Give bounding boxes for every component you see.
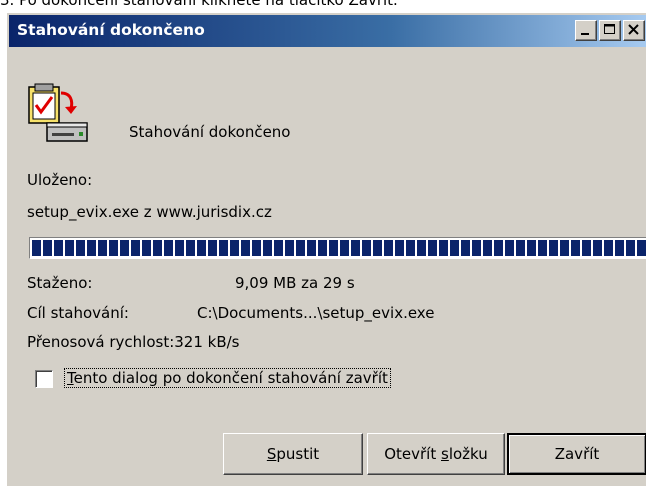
checkbox-label-text: ento dialog po dokončení stahování zavří… (73, 369, 388, 387)
minimize-button[interactable] (575, 20, 597, 41)
saved-label: Uloženo: (27, 171, 93, 189)
close-label: Zavřít (554, 445, 600, 463)
progress-fill (32, 240, 646, 256)
download-complete-icon (25, 83, 89, 147)
minimize-icon (581, 33, 589, 35)
run-accel-key: S (266, 445, 277, 463)
downloaded-label: Staženo: (27, 274, 93, 292)
close-window-button[interactable] (623, 20, 645, 41)
open-accel-key: s (441, 445, 449, 463)
file-source: setup_evix.exe z www.jurisdix.cz (27, 203, 272, 221)
run-label: pustit (276, 445, 320, 463)
status-message: Stahování dokončeno (129, 123, 291, 141)
downloaded-value: 9,09 MB za 29 s (235, 274, 355, 292)
maximize-icon (604, 24, 615, 34)
maximize-button[interactable] (599, 20, 621, 41)
open-label-end: ložku (448, 445, 488, 463)
close-on-complete-checkbox[interactable] (35, 370, 53, 388)
open-label-start: Otevřít (384, 445, 441, 463)
download-progress-bar (29, 237, 646, 259)
open-folder-button[interactable]: Otevřít složku (367, 433, 505, 475)
target-label: Cíl stahování: (27, 304, 129, 322)
title-bar[interactable]: Stahování dokončeno (9, 15, 646, 47)
target-path: C:\Documents...\setup_evix.exe (197, 304, 435, 322)
instruction-text: 3. Po dokončení stahování klikněte na tl… (0, 0, 398, 9)
download-complete-dialog: Stahování dokončeno Stahování dokončeno … (6, 12, 646, 486)
close-on-complete-label[interactable]: Tento dialog po dokončení stahování zavř… (64, 368, 391, 388)
close-icon (628, 24, 639, 35)
checkbox-accel-key: T (67, 369, 74, 387)
close-button[interactable]: Zavřít (507, 433, 646, 475)
transfer-rate: Přenosová rychlost:321 kB/s (27, 333, 240, 351)
run-button[interactable]: Spustit (223, 433, 363, 475)
window-title: Stahování dokončeno (17, 21, 205, 39)
